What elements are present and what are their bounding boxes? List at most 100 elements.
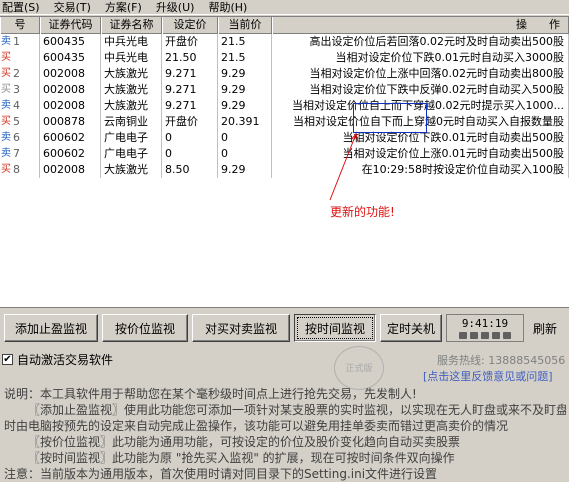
current-price-cell: 21.5 [218,34,272,50]
current-price-cell: 20.391 [218,114,272,130]
service-hotline: 服务热线: 13888545056 [437,354,566,367]
stock-code-cell: 000878 [40,114,101,130]
buy-mark-icon: 买 [1,52,11,63]
row-index: 2 [13,67,20,80]
auto-activate-checkbox[interactable]: ✔ [2,354,13,365]
col-index[interactable]: 号 [0,17,40,34]
description-line: 说明：本工具软件用于帮助您在某个毫秒级时间点上进行抢先交易，先发制人! [4,387,417,401]
sell-mark-icon: 卖 [1,36,11,47]
menu-trade[interactable]: 交易(T) [54,1,91,14]
table-row[interactable]: 卖 6 600602 广电电子 0 0 当相对设定价位下跌0.01元时自动卖出500股 [0,130,569,146]
table-row[interactable]: 卖 7 600602 广电电子 0 0 当相对设定价位上涨0.01元时自动卖出500股 [0,146,569,162]
time-monitor-button[interactable]: 按时间监视 [294,314,376,342]
sell-mark-icon: 卖 [1,100,11,111]
annotation-highlight-box [353,103,427,133]
description-line: 〖添加止盈监视〗使用此功能您可添加一项针对某支股票的实时监视，以实现在无人盯盘或… [28,403,566,417]
row-index-cell: 卖1 [0,34,40,50]
row-index: 1 [13,35,20,48]
table-row[interactable]: 买 8 002008 大族激光 8.50 9.29 在10:29:58时按设定价位自动买入1… [0,162,569,178]
col-current-price[interactable]: 当前价 [218,17,272,34]
stock-name-cell: 云南铜业 [101,114,162,130]
row-index-cell: 买8 [0,162,40,178]
col-name[interactable]: 证券名称 [101,17,162,34]
auto-activate-option[interactable]: ✔ 自动激活交易软件 [2,351,113,368]
row-index-cell: 卖7 [0,146,40,162]
set-price-cell: 8.50 [162,162,218,178]
menu-help[interactable]: 帮助(H) [208,1,247,14]
stock-name-cell: 大族激光 [101,82,162,98]
refresh-button[interactable]: 刷新 [530,314,560,342]
feedback-link[interactable]: [点击这里反馈意见或问题] [423,368,553,384]
stock-code-cell: 002008 [40,82,101,98]
stock-code-cell: 600602 [40,130,101,146]
set-price-cell: 9.271 [162,98,218,114]
sell-mark-icon: 卖 [1,132,11,143]
current-price-cell: 9.29 [218,66,272,82]
col-code[interactable]: 证券代码 [40,17,101,34]
row-index: 5 [13,115,20,128]
table-row[interactable]: 买 600435 中兵光电 21.50 21.5 当相对设定价位下跌0.01元时自动买入3… [0,50,569,66]
scheduled-shutdown-button[interactable]: 定时关机 [380,314,442,342]
table-row[interactable]: 买 2 002008 大族激光 9.271 9.29 当相对设定价位上涨中回落0.02元时自… [0,66,569,82]
stock-code-cell: 600435 [40,34,101,50]
auto-activate-label: 自动激活交易软件 [17,353,114,367]
stock-code-cell: 002008 [40,66,101,82]
stock-name-cell: 大族激光 [101,66,162,82]
buy-mark-icon: 买 [1,164,11,175]
operation-cell: 当相对设定价位下跌中反弹0.02元时自动买入500股 [272,82,569,98]
table-row[interactable]: 卖 4 002008 大族激光 9.271 9.29 当相对设定价位自上而下穿越0.02元时… [0,98,569,114]
stock-code-cell: 002008 [40,162,101,178]
current-price-cell: 21.5 [218,50,272,66]
menu-config[interactable]: 配置(S) [2,1,40,14]
description-panel: 说明：本工具软件用于帮助您在某个毫秒级时间点上进行抢先交易，先发制人! 〖添加止… [4,386,566,482]
row-index-cell: 卖6 [0,130,40,146]
stock-code-cell: 600602 [40,146,101,162]
stock-name-cell: 广电电子 [101,146,162,162]
stock-code-cell: 002008 [40,98,101,114]
price-monitor-button[interactable]: 按价位监视 [102,314,188,342]
sell-mark-icon: 卖 [1,148,11,159]
set-price-cell: 0 [162,146,218,162]
table-body: 卖 1 600435 中兵光电 开盘价 21.5 高出设定价位后若回落0.02元时及时自动卖… [0,34,569,178]
description-line: 〖按价位监视〗此功能为通用功能，可按设定的价位及股价变化趋向自动买卖股票 [28,435,461,449]
row-index: 3 [13,83,20,96]
pair-trade-monitor-button[interactable]: 对买对卖监视 [192,314,290,342]
table-row[interactable]: 买 5 000878 云南铜业 开盘价 20.391 当相对设定价位自下而上穿越0元时自动买… [0,114,569,130]
clock-indicator-icon [459,331,511,339]
menu-plan[interactable]: 方案(F) [105,1,142,14]
monitor-table: 号 证券代码 证券名称 设定价 当前价 操 作 卖 1 600435 中兵光电 开盘价 2… [0,16,569,308]
set-price-cell: 0 [162,130,218,146]
set-price-cell: 9.271 [162,82,218,98]
clock-display: 9:41:19 [446,314,524,342]
operation-cell: 当相对设定价位下跌0.01元时自动买入3000股 [272,50,569,66]
current-price-cell: 0 [218,146,272,162]
stock-code-cell: 600435 [40,50,101,66]
current-price-cell: 0 [218,130,272,146]
clock-time: 9:41:19 [461,316,509,330]
table-row[interactable]: 买 3 002008 大族激光 9.271 9.29 当相对设定价位下跌中反弹0.02元时自… [0,82,569,98]
stock-name-cell: 中兵光电 [101,50,162,66]
stock-name-cell: 中兵光电 [101,34,162,50]
current-price-cell: 9.29 [218,98,272,114]
col-operation[interactable]: 操 作 [272,17,569,34]
table-row[interactable]: 卖 1 600435 中兵光电 开盘价 21.5 高出设定价位后若回落0.02元时及时自动卖… [0,34,569,50]
set-price-cell: 开盘价 [162,114,218,130]
col-set-price[interactable]: 设定价 [162,17,218,34]
stock-name-cell: 广电电子 [101,130,162,146]
row-index-cell: 买5 [0,114,40,130]
row-index: 6 [13,131,20,144]
table-header: 号 证券代码 证券名称 设定价 当前价 操 作 [0,17,569,34]
operation-cell: 高出设定价位后若回落0.02元时及时自动卖出500股 [272,34,569,50]
stock-name-cell: 大族激光 [101,162,162,178]
row-index-cell: 买 [0,50,40,66]
menu-bar: 配置(S) 交易(T) 方案(F) 升级(U) 帮助(H) [0,0,569,15]
row-index-cell: 买2 [0,66,40,82]
buy-mark-icon: 买 [1,84,11,95]
set-price-cell: 开盘价 [162,34,218,50]
buy-mark-icon: 买 [1,68,11,79]
add-take-profit-button[interactable]: 添加止盈监视 [4,314,98,342]
menu-upgrade[interactable]: 升级(U) [156,1,195,14]
toolbar: 添加止盈监视 按价位监视 对买对卖监视 按时间监视 定时关机 9:41:19 刷… [0,312,569,344]
current-price-cell: 9.29 [218,162,272,178]
row-index-cell: 卖4 [0,98,40,114]
